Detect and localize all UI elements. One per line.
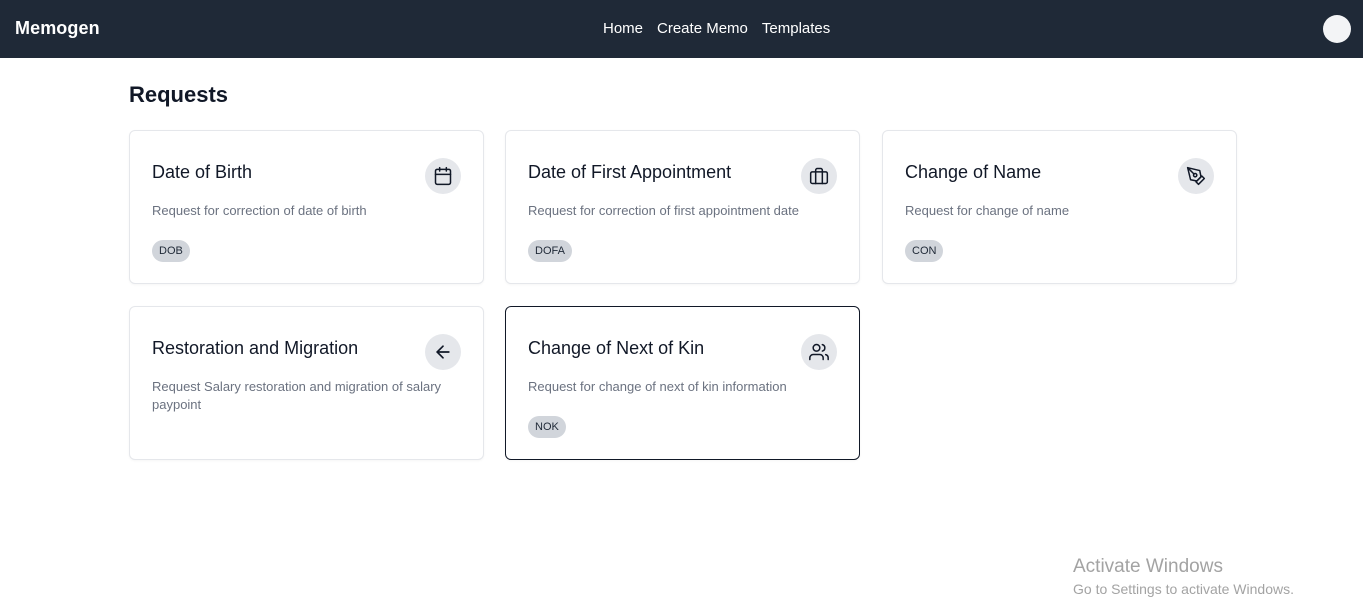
card-title: Date of Birth: [152, 162, 253, 182]
watermark-title: Activate Windows: [1073, 556, 1223, 577]
page-title: Requests: [129, 82, 229, 107]
request-card-restoration-and-migration[interactable]: Restoration and Migration Request Salary…: [129, 306, 484, 460]
request-card-change-of-name[interactable]: Change of Name Request for change of nam…: [882, 130, 1237, 284]
card-title: Change of Next of Kin: [528, 338, 705, 358]
nav-link-templates[interactable]: Templates: [762, 20, 830, 37]
card-description: Request Salary restoration and migration…: [152, 379, 442, 412]
users-icon: [801, 334, 837, 370]
card-title: Change of Name: [905, 162, 1042, 182]
request-card-date-of-birth[interactable]: Date of Birth Request for correction of …: [129, 130, 484, 284]
nav-links: Home Create Memo Templates: [603, 20, 830, 37]
card-description: Request for correction of date of birth: [152, 203, 367, 218]
navbar: Memogen Home Create Memo Templates: [0, 0, 1363, 58]
brand-logo[interactable]: Memogen: [15, 18, 100, 39]
calendar-icon: [425, 158, 461, 194]
card-description: Request for change of next of kin inform…: [528, 379, 787, 394]
card-title: Date of First Appointment: [528, 162, 732, 182]
card-badge: CON: [905, 240, 944, 262]
pen-tool-icon: [1178, 158, 1214, 194]
card-title: Restoration and Migration: [152, 338, 359, 358]
avatar[interactable]: [1323, 15, 1351, 43]
card-description: Request for change of name: [905, 203, 1070, 218]
card-badge: NOK: [528, 416, 566, 438]
briefcase-icon: [801, 158, 837, 194]
nav-link-home[interactable]: Home: [603, 20, 643, 37]
card-badge: DOB: [152, 240, 190, 262]
card-badge: DOFA: [528, 240, 572, 262]
nav-link-create-memo[interactable]: Create Memo: [657, 20, 748, 37]
windows-activation-watermark: Activate Windows Go to Settings to activ…: [1073, 556, 1294, 599]
request-card-date-of-first-appointment[interactable]: Date of First Appointment Request for co…: [505, 130, 860, 284]
arrow-left-icon: [425, 334, 461, 370]
card-description: Request for correction of first appointm…: [528, 203, 799, 218]
request-card-change-of-next-of-kin[interactable]: Change of Next of Kin Request for change…: [505, 306, 860, 460]
watermark-subtitle: Go to Settings to activate Windows.: [1073, 581, 1294, 597]
